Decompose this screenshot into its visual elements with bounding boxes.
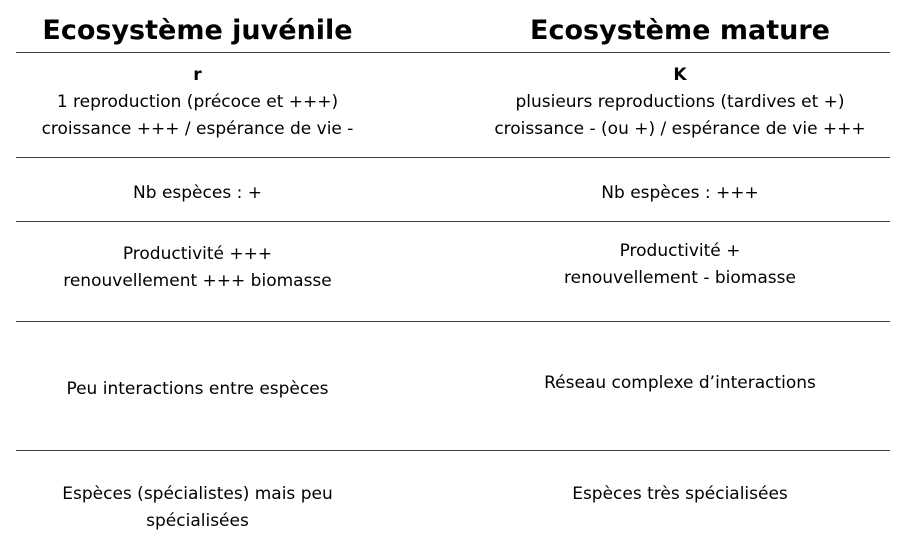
- cell-mature-species-count: Nb espèces : +++: [450, 180, 910, 207]
- cell-mature-interactions: Réseau complexe d’interactions: [450, 370, 910, 397]
- growth-lifespan-text: croissance +++ / espérance de vie -: [41, 119, 354, 139]
- reproduction-text: plusieurs reproductions (tardives et +): [515, 92, 845, 112]
- specialization-text-continued: spécialisées: [146, 511, 249, 531]
- cell-juvenile-specialization: Espèces (spécialistes) mais peu spéciali…: [0, 481, 395, 535]
- cell-juvenile-productivity: Productivité +++ renouvellement +++ biom…: [0, 241, 395, 295]
- cell-mature-productivity: Productivité + renouvellement - biomasse: [450, 238, 910, 292]
- cell-juvenile-interactions: Peu interactions entre espèces: [0, 376, 395, 403]
- specialization-text: Espèces très spécialisées: [572, 484, 788, 504]
- specialization-text: Espèces (spécialistes) mais peu: [62, 484, 333, 504]
- header-mature-ecosystem: Ecosystème mature: [530, 15, 830, 46]
- reproduction-text: 1 reproduction (précoce et +++): [56, 92, 339, 112]
- productivity-text: Productivité +: [619, 241, 741, 261]
- biomass-renewal-text: renouvellement +++ biomasse: [63, 271, 332, 291]
- cell-juvenile-species-count: Nb espèces : +: [0, 180, 395, 207]
- species-count-text: Nb espèces : +++: [601, 183, 759, 203]
- header-divider: [16, 52, 890, 53]
- strategy-letter-r: r: [193, 65, 202, 85]
- interactions-text: Réseau complexe d’interactions: [544, 373, 816, 393]
- row-divider: [16, 221, 890, 222]
- interactions-text: Peu interactions entre espèces: [66, 379, 329, 399]
- biomass-renewal-text: renouvellement - biomasse: [564, 268, 796, 288]
- productivity-text: Productivité +++: [122, 244, 273, 264]
- growth-lifespan-text: croissance - (ou +) / espérance de vie +…: [494, 119, 866, 139]
- strategy-letter-k: K: [673, 65, 687, 85]
- cell-juvenile-strategy: r 1 reproduction (précoce et +++) croiss…: [0, 62, 395, 143]
- header-juvenile-ecosystem: Ecosystème juvénile: [42, 15, 353, 46]
- cell-mature-specialization: Espèces très spécialisées: [450, 481, 910, 508]
- cell-mature-strategy: K plusieurs reproductions (tardives et +…: [450, 62, 910, 143]
- row-divider: [16, 321, 890, 322]
- row-divider: [16, 450, 890, 451]
- row-divider: [16, 157, 890, 158]
- species-count-text: Nb espèces : +: [133, 183, 262, 203]
